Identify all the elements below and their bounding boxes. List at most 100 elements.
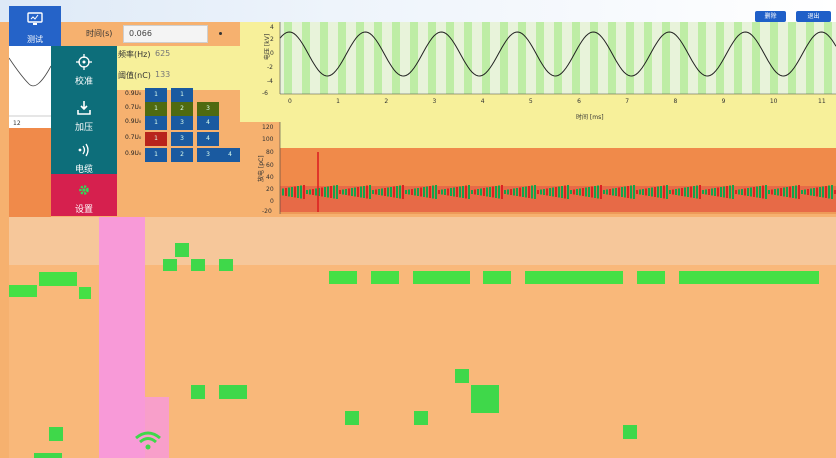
voltage-y-tick: 0 [270, 50, 274, 57]
voltage-x-tick: 10 [769, 98, 778, 105]
exit-button[interactable]: 退出 [796, 11, 831, 22]
marker-block [191, 385, 205, 399]
voltage-waveform-panel: 电压 [kV] 4 2 0 -2 -4 -6 0 1 2 3 4 5 6 7 8 9 10 11 时间… [240, 22, 836, 122]
matrix-cell[interactable]: 3 [197, 148, 219, 162]
matrix-cell[interactable]: 3 [171, 116, 193, 130]
crosshair-icon [76, 54, 92, 70]
marker-block [219, 259, 233, 271]
voltage-y-tick: -6 [262, 90, 268, 97]
nav-item-cable[interactable]: 电缆 [51, 134, 117, 176]
matrix-cell[interactable]: 4 [219, 148, 241, 162]
matrix-cell[interactable]: 4 [197, 132, 219, 146]
matrix-row-label: 0.9U₀ [125, 150, 142, 157]
discharge-y-tick: 100 [262, 136, 274, 143]
matrix-cell[interactable]: 3 [197, 102, 219, 116]
matrix-cell[interactable]: 1 [171, 88, 193, 102]
matrix-cell[interactable]: 3 [171, 132, 193, 146]
time-input[interactable]: 0.066 [123, 25, 208, 43]
discharge-y-tick: 0 [270, 198, 274, 205]
download-icon [77, 101, 91, 115]
matrix-row-label: 0.9U₀ [125, 118, 142, 125]
matrix-cell[interactable]: 2 [171, 148, 193, 162]
discharge-y-tick: 120 [262, 124, 274, 131]
status-segment [9, 285, 37, 297]
sidebar: 校准 加压 电缆 设置 [51, 46, 117, 216]
marker-block [455, 369, 469, 383]
matrix-cell[interactable]: 1 [145, 116, 167, 130]
delete-button[interactable]: 删除 [755, 11, 786, 22]
matrix-row: 0.7U₀ 1 2 3 [120, 102, 246, 116]
matrix-row: 0.7U₀ 1 3 4 [120, 132, 246, 146]
status-segment [39, 272, 77, 286]
matrix-cell[interactable]: 1 [145, 102, 167, 116]
discharge-y-axis-title: 放电 [pC] [258, 155, 265, 182]
voltage-y-tick: 2 [270, 36, 274, 43]
status-segment [329, 271, 357, 284]
marker-block [49, 427, 63, 441]
nav-item-label: 校准 [74, 77, 93, 87]
voltage-x-tick: 2 [384, 98, 389, 105]
nav-item-label: 设置 [74, 205, 93, 215]
matrix-cell[interactable]: 2 [171, 102, 193, 116]
marker-block [345, 411, 359, 425]
status-segment [79, 287, 91, 299]
voltage-y-tick: -2 [267, 64, 273, 71]
app-root: 删除 退出 测试 12 校准 加压 电缆 设置 时间(s) 0.066 频率(H… [0, 0, 836, 458]
discharge-panel: 放电 [pC] 120 100 80 60 40 20 0 -20 [240, 122, 836, 217]
left-panel-lower [9, 128, 51, 217]
threshold-label: 阈值(nC) [118, 71, 151, 80]
nav-item-test[interactable]: 测试 [9, 6, 61, 46]
matrix-cell[interactable]: 4 [197, 116, 219, 130]
nav-item-calibrate[interactable]: 校准 [51, 46, 117, 88]
discharge-y-tick: 60 [266, 162, 274, 169]
voltage-x-tick: 8 [673, 98, 678, 105]
discharge-y-tick: 40 [266, 174, 274, 181]
discharge-chart [240, 122, 836, 217]
discharge-y-tick: 20 [266, 186, 274, 193]
marker-block [219, 385, 247, 399]
voltage-x-axis-title: 时间 [ms] [576, 114, 604, 121]
voltage-x-tick: 9 [721, 98, 726, 105]
nav-item-label: 测试 [27, 35, 43, 44]
marker-block [163, 259, 177, 271]
matrix-row: 0.9U₀ 1 3 4 [120, 116, 246, 130]
matrix-row-label: 0.7U₀ [125, 134, 142, 141]
discharge-y-tick: 80 [266, 149, 274, 156]
matrix-footer [117, 162, 240, 217]
voltage-x-tick: 11 [818, 98, 826, 105]
voltage-waveform-chart [240, 22, 836, 122]
status-segment [413, 271, 470, 284]
threshold-value[interactable]: 133 [155, 70, 170, 79]
mini-chart-plot [8, 57, 52, 117]
marker-block [175, 243, 189, 257]
voltage-x-tick: 0 [288, 98, 292, 105]
wifi-icon [135, 431, 161, 450]
marker-block [191, 259, 205, 271]
matrix-row: 0.9U₀ 1 1 [120, 88, 246, 102]
marker-block [471, 385, 499, 413]
params-panel: 频率(Hz) 625 阈值(nC) 133 [117, 46, 243, 90]
matrix-cell[interactable]: 1 [145, 132, 167, 146]
marker-block [623, 425, 637, 439]
nav-item-pressurize[interactable]: 加压 [51, 92, 117, 134]
nav-item-settings[interactable]: 设置 [51, 174, 117, 216]
discharge-y-tick: -20 [262, 208, 272, 215]
marker-block [34, 453, 62, 458]
matrix-cell[interactable]: 1 [145, 88, 167, 102]
voltage-x-tick: 7 [625, 98, 630, 105]
test-matrix: 0.9U₀ 1 1 0.7U₀ 1 2 3 0.9U₀ 1 3 4 0.7U₀ … [120, 88, 246, 162]
status-segment [637, 271, 665, 284]
marker-block [414, 411, 428, 425]
matrix-row-label: 0.7U₀ [125, 104, 142, 111]
frequency-value[interactable]: 625 [155, 49, 170, 58]
matrix-cell[interactable]: 1 [145, 148, 167, 162]
matrix-row-label: 0.9U₀ [125, 90, 142, 97]
voltage-x-tick: 5 [528, 98, 533, 105]
wireless-signal-icon [78, 143, 89, 157]
frequency-label: 频率(Hz) [118, 50, 151, 59]
status-segment [525, 271, 623, 284]
voltage-x-tick: 4 [480, 98, 485, 105]
voltage-y-tick: -4 [267, 78, 273, 85]
param-indicator [219, 32, 222, 35]
mini-chart-tick: 12 [13, 120, 21, 127]
